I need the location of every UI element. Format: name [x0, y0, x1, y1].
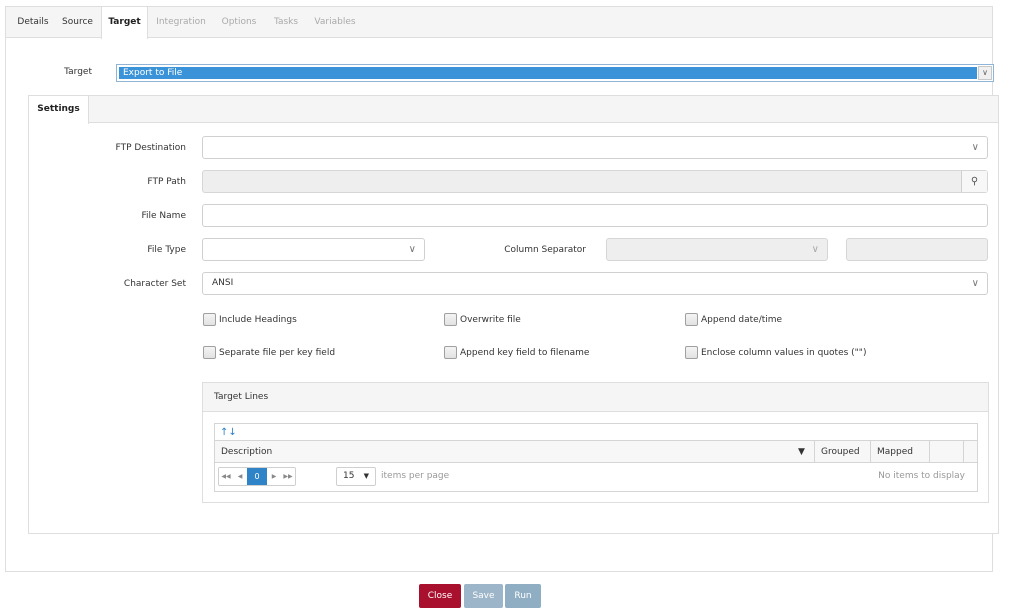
prev-page-icon[interactable]: ◀	[233, 468, 247, 485]
checkbox-box[interactable]	[203, 346, 216, 359]
chevron-down-icon[interactable]: ∨	[978, 66, 992, 80]
checkbox-box[interactable]	[203, 313, 216, 326]
checkbox-label: Enclose column values in quotes ("")	[701, 347, 867, 358]
target-lines-panel: Target Lines ↑↓ Description ▼ Grouped Ma…	[202, 382, 989, 503]
checkbox-label: Include Headings	[219, 314, 297, 325]
overwrite-file-checkbox[interactable]: Overwrite file	[444, 313, 521, 326]
checkbox-box[interactable]	[685, 346, 698, 359]
chevron-down-icon: ∨	[971, 278, 979, 289]
chevron-down-icon: ∨	[811, 244, 819, 255]
grid-pager: ◀◀ ◀ 0 ▶ ▶▶ 15 ▼ items per page No items…	[215, 463, 977, 490]
tab-variables[interactable]: Variables	[310, 7, 360, 38]
append-date-time-checkbox[interactable]: Append date/time	[685, 313, 782, 326]
tab-settings[interactable]: Settings	[29, 96, 89, 124]
column-divider	[963, 441, 964, 463]
tab-source[interactable]: Source	[56, 7, 99, 38]
ftp-path-label: FTP Path	[147, 177, 186, 187]
current-page[interactable]: 0	[247, 468, 267, 485]
file-type-label: File Type	[147, 245, 186, 255]
ftp-destination-label: FTP Destination	[115, 143, 186, 153]
tab-bar: Details Source Target Integration Option…	[6, 7, 992, 39]
character-set-value: ANSI	[212, 278, 234, 288]
page-size-select[interactable]: 15 ▼	[336, 467, 376, 486]
checkbox-box[interactable]	[685, 313, 698, 326]
target-label: Target	[64, 67, 92, 77]
checkbox-label: Append date/time	[701, 314, 783, 325]
column-separator-label: Column Separator	[504, 245, 586, 255]
main-frame: Details Source Target Integration Option…	[5, 6, 999, 572]
ftp-path-input[interactable]: ⚲	[202, 170, 988, 193]
character-set-label: Character Set	[123, 279, 186, 289]
append-key-field-checkbox[interactable]: Append key field to filename	[444, 346, 589, 359]
file-name-input[interactable]	[202, 204, 988, 227]
checkbox-box[interactable]	[444, 313, 457, 326]
run-button[interactable]: Run	[505, 584, 541, 608]
filter-icon[interactable]: ▼	[798, 441, 805, 463]
column-divider	[929, 441, 930, 463]
chevron-down-icon: ▼	[363, 472, 369, 480]
column-header-description[interactable]: Description	[215, 441, 815, 463]
empty-message: No items to display	[878, 471, 965, 481]
items-per-page-label: items per page	[381, 471, 450, 481]
column-separator-custom-input[interactable]	[846, 238, 988, 261]
column-header-grouped[interactable]: Grouped	[815, 441, 871, 463]
grid-header: Description ▼ Grouped Mapped	[215, 441, 977, 463]
close-button[interactable]: Close	[419, 584, 461, 608]
chevron-down-icon: ∨	[408, 244, 416, 255]
checkbox-label: Separate file per key field	[219, 347, 336, 358]
next-page-icon[interactable]: ▶	[267, 468, 281, 485]
last-page-icon[interactable]: ▶▶	[281, 468, 295, 485]
file-type-select[interactable]: ∨	[202, 238, 425, 261]
column-separator-select[interactable]: ∨	[606, 238, 828, 261]
checkbox-label: Overwrite file	[460, 314, 521, 325]
target-select-value: Export to File	[119, 67, 977, 79]
tab-details[interactable]: Details	[10, 7, 56, 38]
search-icon[interactable]: ⚲	[961, 171, 987, 192]
save-button[interactable]: Save	[464, 584, 503, 608]
pager-buttons: ◀◀ ◀ 0 ▶ ▶▶	[218, 467, 296, 486]
tab-tasks[interactable]: Tasks	[268, 7, 304, 38]
tab-options[interactable]: Options	[216, 7, 262, 38]
move-down-icon[interactable]: ↓	[228, 427, 236, 438]
target-select[interactable]: Export to File ∨	[116, 64, 994, 82]
checkbox-box[interactable]	[444, 346, 457, 359]
target-lines-grid: ↑↓ Description ▼ Grouped Mapped ◀◀ ◀ 0 ▶…	[214, 423, 978, 492]
separate-file-per-key-checkbox[interactable]: Separate file per key field	[203, 346, 335, 359]
enclose-quotes-checkbox[interactable]: Enclose column values in quotes ("")	[685, 346, 866, 359]
first-page-icon[interactable]: ◀◀	[219, 468, 233, 485]
checkbox-label: Append key field to filename	[460, 347, 590, 358]
settings-panel-header: Settings	[29, 96, 998, 124]
chevron-down-icon: ∨	[971, 142, 979, 153]
settings-panel: Settings FTP Destination ∨ FTP Path ⚲ Fi…	[28, 95, 999, 534]
tab-integration[interactable]: Integration	[152, 7, 210, 38]
file-name-label: File Name	[141, 211, 186, 221]
ftp-destination-select[interactable]: ∨	[202, 136, 988, 159]
grid-toolbar: ↑↓	[215, 424, 977, 441]
target-lines-title: Target Lines	[203, 383, 988, 412]
tab-target[interactable]: Target	[101, 7, 148, 39]
character-set-select[interactable]: ANSI ∨	[202, 272, 988, 295]
column-header-mapped[interactable]: Mapped	[871, 441, 929, 463]
include-headings-checkbox[interactable]: Include Headings	[203, 313, 297, 326]
page-size-value: 15	[343, 471, 355, 481]
